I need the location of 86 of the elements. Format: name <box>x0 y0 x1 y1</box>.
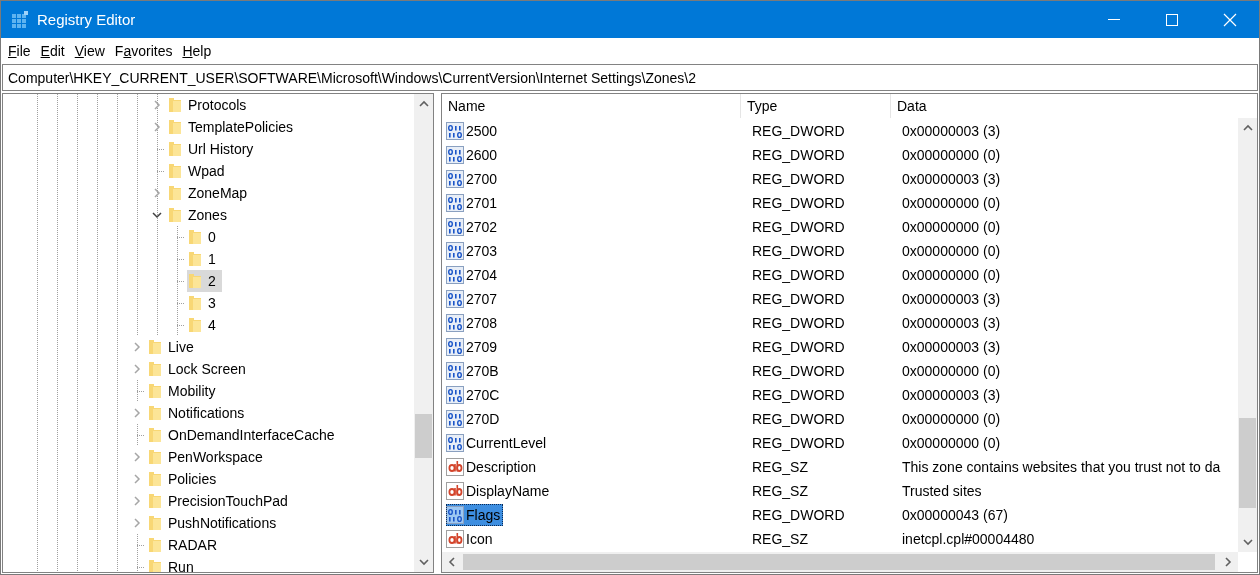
value-type: REG_SZ <box>751 531 809 547</box>
window-title: Registry Editor <box>37 11 137 28</box>
tree-item[interactable]: Mobility <box>147 380 222 402</box>
menu-item[interactable]: File <box>3 40 36 61</box>
value-type: REG_DWORD <box>751 195 846 211</box>
tree-item[interactable]: Protocols <box>167 94 253 116</box>
value-name[interactable]: Flags <box>446 504 504 526</box>
value-type: REG_DWORD <box>751 291 846 307</box>
value-name[interactable]: 2500 <box>446 120 501 142</box>
tree-item[interactable]: ZoneMap <box>167 182 254 204</box>
column-header[interactable]: Name <box>442 94 741 118</box>
tree-item[interactable]: 3 <box>187 292 222 314</box>
value-name[interactable]: CurrentLevel <box>446 432 550 454</box>
value-type: REG_DWORD <box>751 219 846 235</box>
tree-item[interactable]: Live <box>147 336 200 358</box>
value-data: 0x00000000 (0) <box>901 435 1001 451</box>
menu-item[interactable]: Help <box>177 40 217 61</box>
tree-item[interactable]: OnDemandInterfaceCache <box>147 424 341 446</box>
value-type: REG_SZ <box>751 483 809 499</box>
value-name[interactable]: 2701 <box>446 192 501 214</box>
value-type: REG_SZ <box>751 459 809 475</box>
value-data: 0x00000043 (67) <box>901 507 1008 523</box>
tree-item[interactable]: PenWorkspace <box>147 446 269 468</box>
tree-item[interactable]: Wpad <box>167 160 231 182</box>
value-data: 0x00000003 (3) <box>901 171 1001 187</box>
value-data: 0x00000000 (0) <box>901 219 1001 235</box>
value-data: 0x00000003 (3) <box>901 339 1001 355</box>
value-data: inetcpl.cpl#00004480 <box>901 531 1035 547</box>
tree-item[interactable]: 1 <box>187 248 222 270</box>
value-type: REG_DWORD <box>751 243 846 259</box>
column-header[interactable]: Type <box>741 94 891 118</box>
menu-item[interactable]: Favorites <box>109 40 178 61</box>
tree-item[interactable]: PrecisionTouchPad <box>147 490 294 512</box>
tree-item[interactable]: 0 <box>187 226 222 248</box>
value-type: REG_DWORD <box>751 315 846 331</box>
value-data: 0x00000003 (3) <box>901 387 1001 403</box>
value-data: This zone contains websites that you trust not to da <box>901 459 1221 475</box>
value-name[interactable]: 2703 <box>446 240 501 262</box>
value-name[interactable]: 2600 <box>446 144 501 166</box>
tree-item[interactable]: Notifications <box>147 402 251 424</box>
value-type: REG_DWORD <box>751 267 846 283</box>
value-data: 0x00000000 (0) <box>901 267 1001 283</box>
value-type: REG_DWORD <box>751 123 846 139</box>
tree-item[interactable]: 4 <box>187 314 222 336</box>
value-data: 0x00000003 (3) <box>901 123 1001 139</box>
value-name[interactable]: DisplayName <box>446 480 553 502</box>
value-data: 0x00000000 (0) <box>901 195 1001 211</box>
value-name[interactable]: Description <box>446 456 540 478</box>
value-name[interactable]: 2702 <box>446 216 501 238</box>
tree-item[interactable]: TemplatePolicies <box>167 116 300 138</box>
value-name[interactable]: 2708 <box>446 312 501 334</box>
tree-item[interactable]: Run <box>147 556 200 572</box>
tree-item[interactable]: PushNotifications <box>147 512 283 534</box>
tree-item[interactable]: Lock Screen <box>147 358 252 380</box>
value-name[interactable]: 2700 <box>446 168 501 190</box>
value-data: 0x00000000 (0) <box>901 363 1001 379</box>
value-type: REG_DWORD <box>751 411 846 427</box>
value-data: Trusted sites <box>901 483 982 499</box>
menu-item[interactable]: Edit <box>35 40 70 61</box>
value-name[interactable]: 270D <box>446 408 503 430</box>
value-data: 0x00000003 (3) <box>901 291 1001 307</box>
address-field[interactable]: Computer\HKEY_CURRENT_USER\SOFTWARE\Microsoft\Windows\CurrentVersion\Internet Settings\Zones\2 <box>2 64 1258 91</box>
value-name[interactable]: 2707 <box>446 288 501 310</box>
tree-item[interactable]: Url History <box>167 138 260 160</box>
tree-item[interactable]: 2 <box>187 270 222 292</box>
value-data: 0x00000003 (3) <box>901 315 1001 331</box>
value-type: REG_DWORD <box>751 171 846 187</box>
value-data: 0x00000000 (0) <box>901 411 1001 427</box>
menu-item[interactable]: View <box>69 40 110 61</box>
value-type: REG_DWORD <box>751 147 846 163</box>
value-data: 0x00000000 (0) <box>901 243 1001 259</box>
value-name[interactable]: 2709 <box>446 336 501 358</box>
value-type: REG_DWORD <box>751 339 846 355</box>
tree-item[interactable]: RADAR <box>147 534 223 556</box>
value-name[interactable]: 2704 <box>446 264 501 286</box>
tree-item[interactable]: Zones <box>167 204 233 226</box>
column-header[interactable]: Data <box>891 94 1257 118</box>
value-type: REG_DWORD <box>751 507 846 523</box>
value-name[interactable]: 270C <box>446 384 503 406</box>
value-data: 0x00000000 (0) <box>901 147 1001 163</box>
value-type: REG_DWORD <box>751 363 846 379</box>
value-type: REG_DWORD <box>751 387 846 403</box>
tree-item[interactable]: Policies <box>147 468 223 490</box>
value-name[interactable]: 270B <box>446 360 502 382</box>
value-type: REG_DWORD <box>751 435 846 451</box>
value-name[interactable]: Icon <box>446 528 496 550</box>
